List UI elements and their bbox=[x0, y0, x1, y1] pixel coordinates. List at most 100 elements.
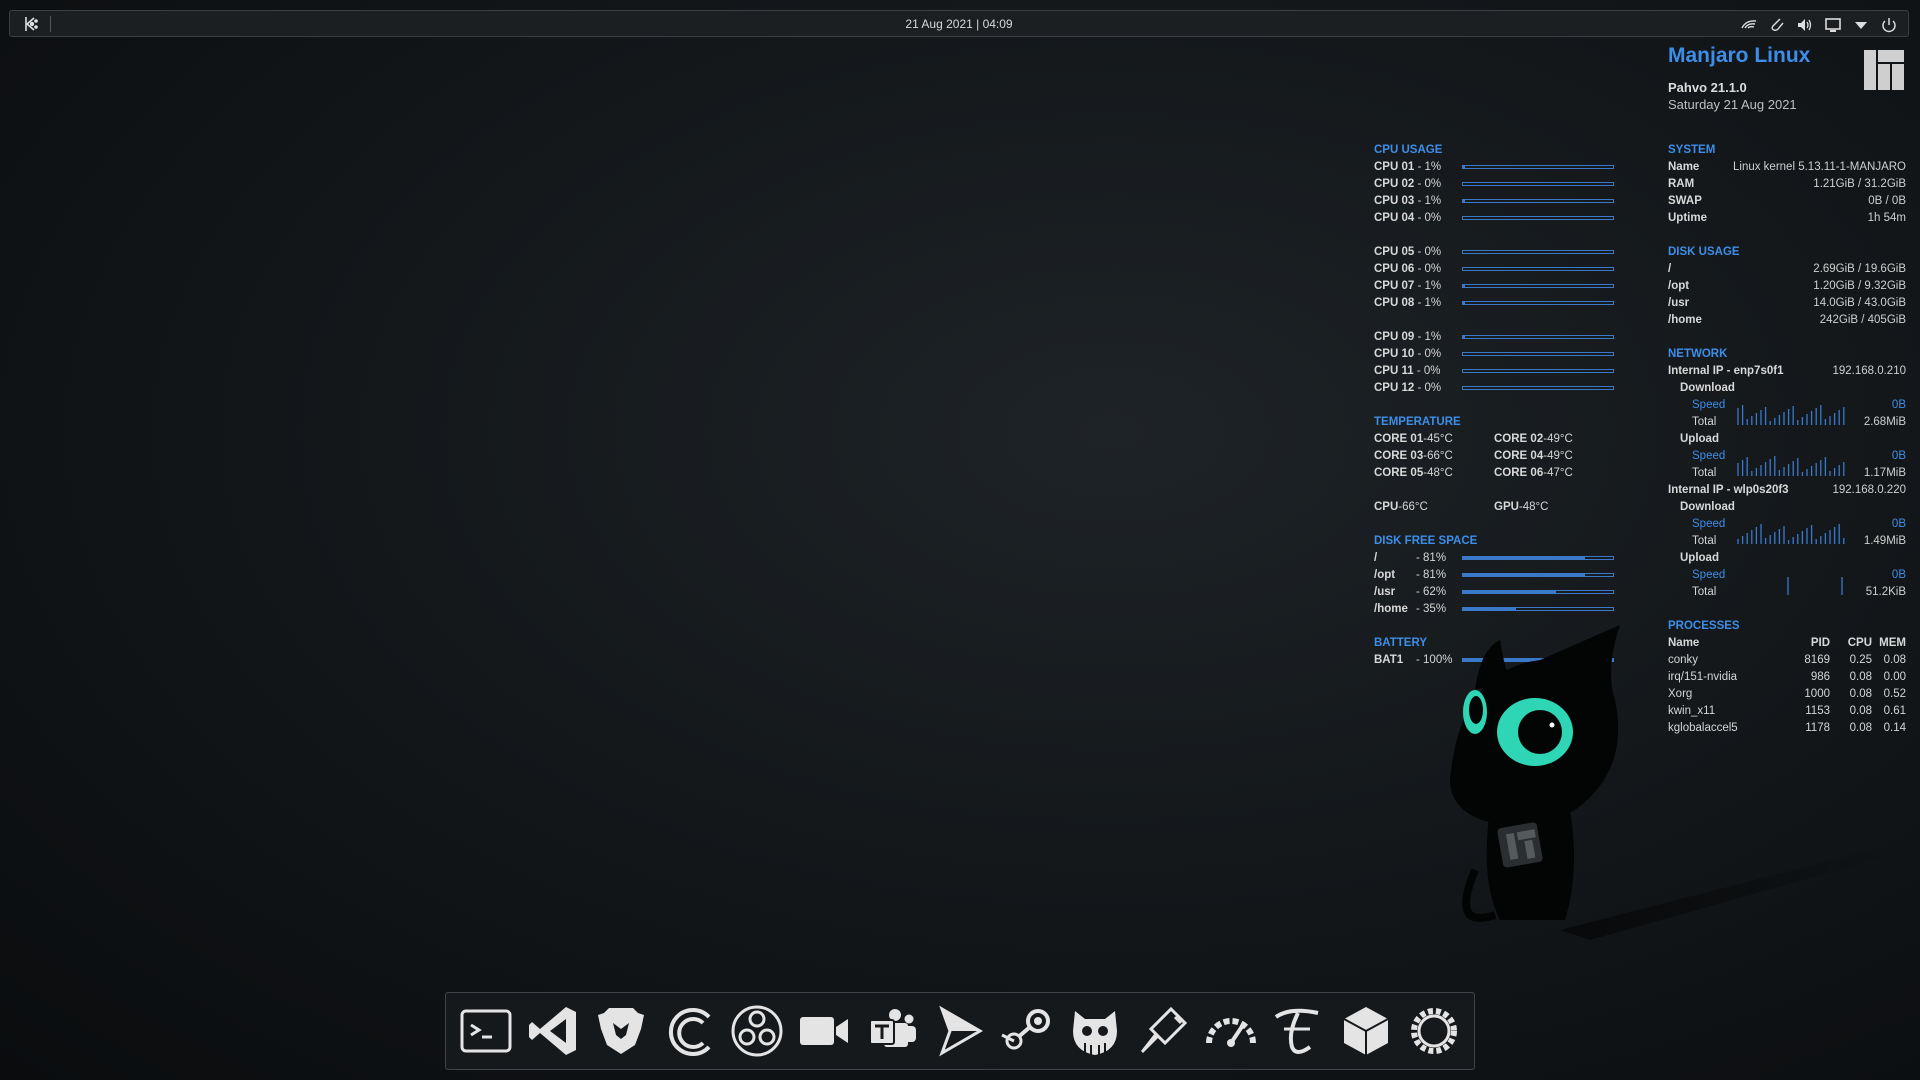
network-interface-ip: 192.168.0.220 bbox=[1832, 484, 1906, 496]
network-total-value: 1.17MiB bbox=[1863, 467, 1906, 479]
terminal-icon bbox=[460, 1009, 512, 1053]
dock-play[interactable] bbox=[930, 1001, 990, 1061]
dock-terminal[interactable] bbox=[456, 1001, 516, 1061]
dock-teams[interactable] bbox=[862, 1001, 922, 1061]
kolourpaint-icon bbox=[1141, 1006, 1188, 1053]
display-icon[interactable] bbox=[1824, 16, 1842, 34]
disk-free-bar-fill bbox=[1463, 557, 1585, 559]
cpu-core-label: CPU 03 bbox=[1374, 195, 1415, 207]
kde-connect-icon[interactable] bbox=[1740, 16, 1758, 34]
network-up-block: Speed Total 0B 1.17MiB bbox=[1668, 448, 1906, 482]
cpu-core-bar bbox=[1462, 199, 1614, 203]
cpu-core-label: CPU 06 bbox=[1374, 263, 1415, 275]
cpu-core-bar bbox=[1462, 284, 1614, 288]
temperature-summary-cell: CPU - 66°C bbox=[1374, 499, 1494, 516]
disk-free-value: 62% bbox=[1423, 586, 1447, 598]
temperature-title: TEMPERATURE bbox=[1374, 416, 1461, 428]
typora-icon bbox=[1275, 1008, 1319, 1054]
network-speed-value: 0B bbox=[1891, 399, 1906, 411]
app-dock bbox=[445, 992, 1475, 1070]
cpu-core-bar-fill bbox=[1463, 302, 1465, 304]
dock-gitkraken[interactable] bbox=[1065, 1001, 1125, 1061]
cpu-core-label: CPU 01 bbox=[1374, 161, 1415, 173]
dock-brave[interactable] bbox=[591, 1001, 651, 1061]
cpu-core-row: CPU 12 - 0% bbox=[1374, 380, 1614, 397]
teams-icon bbox=[869, 1009, 917, 1047]
cpu-core-separator: - bbox=[1414, 161, 1425, 173]
network-activity-graph bbox=[1737, 524, 1845, 544]
dock-steam[interactable] bbox=[998, 1001, 1058, 1061]
temperature-row: CORE 05 - 48°C CORE 06 - 47°C bbox=[1374, 465, 1614, 482]
temperature-summary-row: CPU - 66°C GPU - 48°C bbox=[1374, 499, 1614, 516]
temperature-summary-label: GPU bbox=[1494, 501, 1519, 513]
dock-vscode[interactable] bbox=[524, 1001, 584, 1061]
cpu-core-bar bbox=[1462, 250, 1614, 254]
disk-free-separator: - bbox=[1416, 552, 1424, 564]
disk-usage-title: DISK USAGE bbox=[1668, 246, 1740, 258]
system-row: SWAP 0B / 0B bbox=[1668, 193, 1906, 210]
cpu-core-label: CPU 04 bbox=[1374, 212, 1415, 224]
cpu-core-separator: - bbox=[1414, 212, 1425, 224]
cpu-core-label: CPU 09 bbox=[1374, 331, 1415, 343]
system-row: Uptime 1h 54m bbox=[1668, 210, 1906, 227]
network-speed-value: 0B bbox=[1891, 518, 1906, 530]
cpu-core-bar-fill bbox=[1463, 336, 1465, 338]
cpu-core-row: CPU 09 - 1% bbox=[1374, 329, 1614, 346]
cpu-core-label: CPU 12 bbox=[1374, 382, 1415, 394]
cpu-core-bar bbox=[1462, 216, 1614, 220]
dock-typora[interactable] bbox=[1268, 1001, 1328, 1061]
cpu-core-bar bbox=[1462, 352, 1614, 356]
steam-icon bbox=[1000, 1009, 1050, 1050]
cpu-core-separator: - bbox=[1414, 348, 1425, 360]
cpu-core-row: CPU 01 - 1% bbox=[1374, 159, 1614, 176]
cpu-core-separator: - bbox=[1413, 365, 1424, 377]
network-speed-value: 0B bbox=[1891, 450, 1906, 462]
disk-usage-value: 242GiB / 405GiB bbox=[1819, 314, 1906, 326]
temperature-label: CORE 03 bbox=[1374, 450, 1424, 462]
dock-obs[interactable] bbox=[727, 1001, 787, 1061]
system-list: Name Linux kernel 5.13.11-1-MANJARO RAM 1.2… bbox=[1668, 159, 1906, 227]
power-icon[interactable] bbox=[1880, 16, 1898, 34]
dock-system-monitor[interactable] bbox=[1201, 1001, 1261, 1061]
disk-free-bar bbox=[1462, 590, 1614, 594]
temperature-cell: CORE 02 - 49°C bbox=[1494, 431, 1614, 448]
cpu-core-value: 1% bbox=[1424, 280, 1442, 292]
dock-video-camera[interactable] bbox=[794, 1001, 854, 1061]
disk-free-separator: - bbox=[1416, 569, 1424, 581]
dock-celluloid[interactable] bbox=[659, 1001, 719, 1061]
cpu-core-value: 1% bbox=[1424, 331, 1442, 343]
cpu-core-row: CPU 07 - 1% bbox=[1374, 278, 1614, 295]
temperature-cell: CORE 01 - 45°C bbox=[1374, 431, 1494, 448]
cpu-core-separator: - bbox=[1414, 195, 1425, 207]
manjaro-logo-icon bbox=[1864, 50, 1904, 90]
conky-left-column: CPU USAGE CPU 01 - 1% CPU 02 - 0% CPU 03 -… bbox=[1374, 142, 1614, 669]
cpu-core-row: CPU 02 - 0% bbox=[1374, 176, 1614, 193]
panel-clock[interactable]: 21 Aug 2021 | 04:09 bbox=[10, 17, 1908, 31]
volume-icon[interactable] bbox=[1796, 16, 1814, 34]
expand-tray-icon[interactable] bbox=[1852, 16, 1870, 34]
disk-free-row: /opt - 81% bbox=[1374, 567, 1614, 584]
temperature-value: 66°C bbox=[1427, 450, 1453, 462]
temperature-label: CORE 01 bbox=[1374, 433, 1424, 445]
system-title: SYSTEM bbox=[1668, 144, 1716, 156]
dock-box[interactable] bbox=[1336, 1001, 1396, 1061]
dock-kolourpaint[interactable] bbox=[1133, 1001, 1193, 1061]
top-panel: 21 Aug 2021 | 04:09 bbox=[9, 10, 1909, 37]
settings-icon bbox=[1410, 1008, 1457, 1054]
disk-usage-value: 2.69GiB / 19.6GiB bbox=[1813, 263, 1906, 275]
disk-usage-row: /usr 14.0GiB / 43.0GiB bbox=[1668, 295, 1906, 312]
celluloid-icon bbox=[669, 1008, 711, 1056]
temperature-value: 49°C bbox=[1547, 433, 1573, 445]
brave-icon bbox=[598, 1008, 645, 1054]
clipboard-icon[interactable] bbox=[1768, 16, 1786, 34]
cpu-core-bar-fill bbox=[1463, 200, 1465, 202]
cpu-core-separator: - bbox=[1414, 331, 1425, 343]
temperature-summary-label: CPU bbox=[1374, 501, 1399, 513]
network-total-value: 1.49MiB bbox=[1863, 535, 1906, 547]
dock-settings[interactable] bbox=[1404, 1001, 1464, 1061]
cpu-core-bar bbox=[1462, 301, 1614, 305]
cpu-core-separator: - bbox=[1414, 280, 1425, 292]
